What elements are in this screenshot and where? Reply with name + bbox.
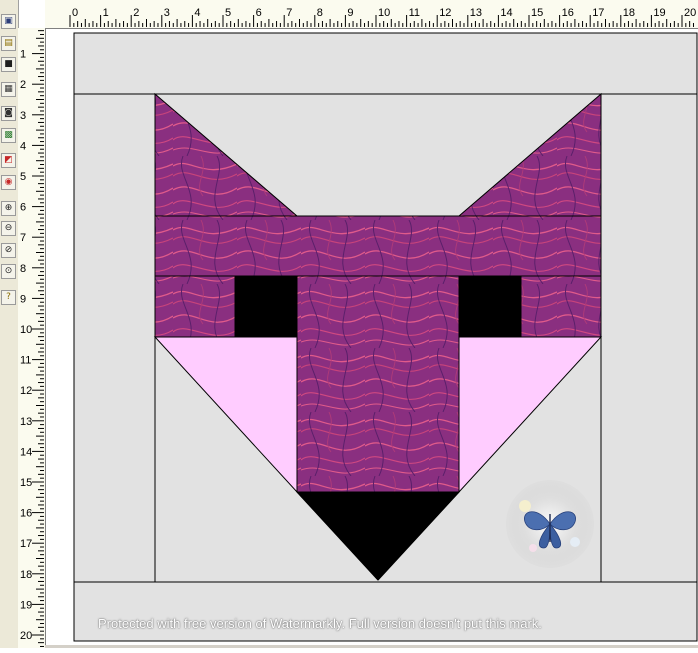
snout-column[interactable] (296, 275, 460, 493)
ruler-label: 6 (256, 7, 262, 19)
color-fill-icon: ▩ (4, 130, 13, 140)
open-folder-icon: ▤ (4, 38, 13, 48)
ruler-label: 9 (347, 7, 353, 19)
vertical-ruler-scale: 1234567891011121314151617181920 (20, 30, 44, 647)
vertical-ruler: 1 2 3 4 5 6 7 8 9 10 11 12 13 14 15 16 17 18 19 20 (18, 28, 46, 648)
ruler-label: 11 (20, 355, 31, 367)
save-disk-button[interactable]: ■ (1, 57, 16, 72)
ruler-label: 13 (20, 416, 32, 428)
ruler-label: 4 (194, 7, 200, 19)
ruler-label: 10 (20, 324, 32, 336)
ruler-label: 20 (684, 7, 696, 19)
ruler-label: 2 (133, 7, 139, 19)
ruler-label: 0 (72, 7, 78, 19)
ruler-label: 16 (20, 508, 32, 520)
ruler-label: 7 (286, 7, 292, 19)
ruler-label: 2 (20, 79, 26, 91)
ruler-label: 5 (225, 7, 231, 19)
ruler-label: 3 (20, 110, 26, 122)
ruler-label: 5 (20, 171, 26, 183)
new-block-button[interactable]: ▣ (1, 14, 16, 29)
color-swap-button[interactable]: ◩ (1, 153, 16, 168)
open-folder-button[interactable]: ▤ (1, 36, 16, 51)
camera-icon: ◙ (4, 108, 13, 118)
ruler-label: 14 (20, 446, 32, 458)
ruler-label: 13 (470, 7, 482, 19)
ruler-label: 15 (20, 477, 32, 489)
paint-bucket-icon: ◉ (4, 177, 13, 187)
ruler-label: 12 (20, 385, 32, 397)
forehead-strip[interactable] (154, 215, 602, 277)
ruler-label: 12 (439, 7, 451, 19)
zoom-out-icon: ⊖ (4, 223, 13, 233)
zoom-actual-button[interactable]: ⊙ (1, 264, 16, 279)
ruler-label: 18 (623, 7, 635, 19)
zoom-fit-icon: ⊘ (4, 245, 13, 255)
ruler-label: 10 (378, 7, 390, 19)
ruler-label: 19 (20, 599, 32, 611)
ruler-label: 20 (20, 630, 32, 642)
zoom-actual-icon: ⊙ (4, 266, 13, 276)
ruler-label: 6 (20, 202, 26, 214)
right-cheek-patch[interactable] (520, 275, 602, 338)
help-hint-icon: ? (6, 292, 11, 302)
watermark-butterfly-logo (506, 480, 594, 568)
quilt-canvas[interactable] (45, 28, 698, 645)
ruler-label: 17 (592, 7, 604, 19)
ruler-label: 11 (409, 7, 420, 19)
ruler-label: 9 (20, 293, 26, 305)
print-icon: ▦ (4, 84, 13, 94)
new-block-icon: ▣ (4, 16, 13, 26)
zoom-in-button[interactable]: ⊕ (1, 201, 16, 216)
left-toolbar: ▣ ▤ ■ ▦ ◙ ▩ ◩ ◉ ⊕ ⊖ ⊘ ⊙? (0, 0, 19, 648)
zoom-fit-button[interactable]: ⊘ (1, 243, 16, 258)
ruler-label: 14 (500, 7, 512, 19)
zoom-out-button[interactable]: ⊖ (1, 221, 16, 236)
horizontal-ruler-scale: 0 1 2 3 4 5 6 7 8 9 10 11 12 13 14 15 16 17 18 19 20 (69, 7, 696, 27)
help-hint-button[interactable]: ? (1, 290, 16, 305)
ruler-label: 8 (317, 7, 323, 19)
color-fill-button[interactable]: ▩ (1, 128, 16, 143)
ruler-label: 15 (531, 7, 543, 19)
camera-button[interactable]: ◙ (1, 106, 16, 121)
ruler-label: 17 (20, 538, 32, 550)
ruler-label: 8 (20, 263, 26, 275)
horizontal-ruler: 0 1 2 3 4 5 6 7 8 9 10 11 12 13 14 15 16 17 18 19 20 (45, 0, 698, 29)
print-button[interactable]: ▦ (1, 82, 16, 97)
ruler-label: 3 (164, 7, 170, 19)
ruler-label: 19 (653, 7, 665, 19)
ruler-label: 7 (20, 232, 26, 244)
left-eye-patch[interactable] (234, 275, 298, 338)
left-cheek-patch[interactable] (154, 275, 236, 338)
ruler-label: 16 (562, 7, 574, 19)
paint-bucket-button[interactable]: ◉ (1, 175, 16, 190)
right-eye-patch[interactable] (458, 275, 522, 338)
color-swap-icon: ◩ (4, 155, 13, 165)
ruler-label: 1 (103, 7, 109, 19)
ruler-label: 18 (20, 569, 32, 581)
watermark-text: Protected with free version of Watermark… (98, 616, 542, 631)
ruler-label: 1 (20, 49, 26, 61)
save-disk-icon: ■ (4, 59, 13, 69)
ruler-label: 4 (20, 140, 26, 152)
zoom-in-icon: ⊕ (4, 203, 13, 213)
